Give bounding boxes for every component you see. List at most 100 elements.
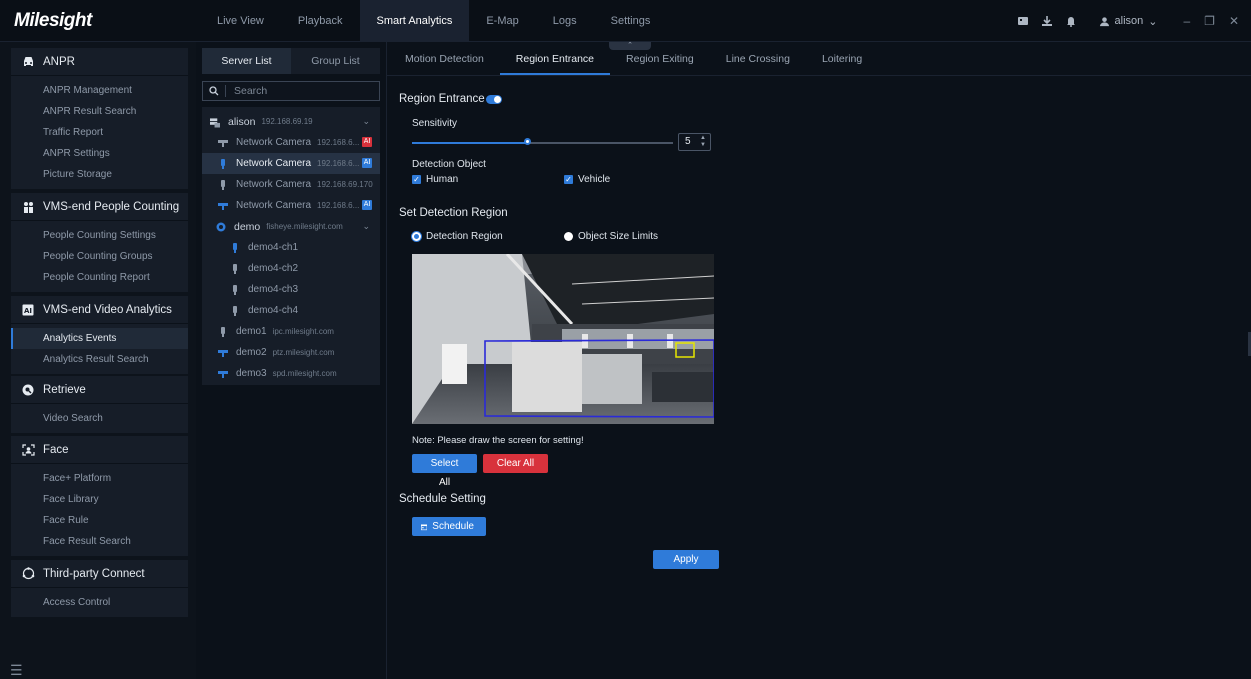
chevron-down-icon[interactable]: ⌄ [362,116,370,127]
channel-node[interactable]: demo4-ch4 [202,300,380,321]
collapse-sidebar-icon[interactable]: ☰ [10,662,23,679]
nav-tab-live-view[interactable]: Live View [200,0,281,42]
sidebar-item-face-result-search[interactable]: Face Result Search [11,531,188,552]
channel-node[interactable]: demo4-ch1 [202,237,380,258]
select-all-button[interactable]: Select All [412,454,477,488]
schedule-button-label: Schedule [432,521,474,532]
vehicle-checkbox[interactable]: ✓ Vehicle [564,174,610,185]
sidebar-item-anpr-settings[interactable]: ANPR Settings [11,143,188,164]
sidebar-group-header[interactable]: Face [11,436,188,464]
ai-icon: AI [21,303,35,317]
ai-badge: AI [362,158,372,168]
sidebar-item-picture-storage[interactable]: Picture Storage [11,164,188,185]
camera-name: Network Camera [236,158,312,169]
tab-loitering[interactable]: Loitering [806,42,878,75]
device-node[interactable]: demo2 ptz.milesight.com [202,342,380,363]
restore-icon[interactable]: ❐ [1204,14,1215,28]
clear-all-button[interactable]: Clear All [483,454,548,473]
camera-node[interactable]: Network Camera 192.168.6... AI [202,195,380,216]
schedule-button[interactable]: Schedule [412,517,486,536]
fisheye-icon [216,222,226,232]
connect-icon [21,567,35,581]
chevron-down-icon[interactable]: ⌄ [362,221,370,232]
device-panel: Server List Group List Search alison 192.… [202,48,380,385]
camera-node[interactable]: Network Camera 192.168.69.170 [202,174,380,195]
tab-group-list[interactable]: Group List [291,48,380,74]
user-icon [1099,16,1109,26]
camera-node[interactable]: Network Camera 192.168.6... AI [202,132,380,153]
close-icon[interactable]: ✕ [1229,14,1239,28]
sidebar-item-traffic-report[interactable]: Traffic Report [11,122,188,143]
search-input[interactable]: Search [202,81,380,101]
device-node[interactable]: demo1 ipc.milesight.com [202,321,380,342]
human-checkbox[interactable]: ✓ Human [412,174,458,185]
tab-region-entrance[interactable]: Region Entrance [499,42,611,75]
user-name: alison [1114,15,1144,27]
tab-line-crossing[interactable]: Line Crossing [710,42,806,75]
channel-name: demo4-ch4 [248,305,299,316]
sidebar-item-analytics-events[interactable]: Analytics Events [11,328,188,349]
radio-detection-region[interactable]: Detection Region [412,231,503,242]
region-entrance-title: Region Entrance [399,93,485,105]
minimize-icon[interactable]: – [1183,14,1190,28]
sidebar-item-people-counting-settings[interactable]: People Counting Settings [11,225,188,246]
search-icon [209,86,219,96]
sidebar-item-face-rule[interactable]: Face Rule [11,510,188,531]
device-node[interactable]: demo3 spd.milesight.com [202,363,380,384]
bell-icon[interactable] [1065,15,1077,27]
region-entrance-toggle[interactable] [486,95,502,104]
apply-button[interactable]: Apply [653,550,719,569]
bullet-camera-icon [218,158,228,169]
camera-name: Network Camera [236,200,312,211]
device-tree: alison 192.168.69.19 ⌄ Network Camera 192.… [202,107,380,385]
sidebar-group-header[interactable]: VMS-end People Counting [11,193,188,221]
sidebar-item-anpr-management[interactable]: ANPR Management [11,80,188,101]
collapse-tab-icon[interactable]: ⌃ [609,42,651,50]
sidebar-item-video-search[interactable]: Video Search [11,408,188,429]
sidebar-group-title: ANPR [43,55,75,68]
screenshot-icon[interactable] [1017,15,1029,27]
channel-name: demo4-ch2 [248,263,299,274]
sidebar-group-title: Third-party Connect [43,567,145,580]
sidebar-item-anpr-result-search[interactable]: ANPR Result Search [11,101,188,122]
sidebar-group-title: Retrieve [43,383,86,396]
camera-node-selected[interactable]: Network Camera 192.168.6... AI [202,153,380,174]
channel-node[interactable]: demo4-ch3 [202,279,380,300]
sidebar-item-face-platform[interactable]: Face+ Platform [11,468,188,489]
sidebar-item-people-counting-groups[interactable]: People Counting Groups [11,246,188,267]
camera-preview[interactable] [412,254,714,424]
nav-tab-smart-analytics[interactable]: Smart Analytics [359,0,470,42]
sidebar-group-title: VMS-end People Counting [43,200,180,213]
bullet-camera-icon [218,179,228,190]
sidebar-item-analytics-result-search[interactable]: Analytics Result Search [11,349,188,370]
check-icon: ✓ [412,175,421,184]
sidebar-group-header[interactable]: Third-party Connect [11,560,188,588]
sidebar-group-header[interactable]: AI VMS-end Video Analytics [11,296,188,324]
download-icon[interactable] [1041,15,1053,27]
tab-motion-detection[interactable]: Motion Detection [389,42,500,75]
bullet-camera-icon [230,305,240,316]
ai-badge: AI [362,200,372,210]
nav-tab-playback[interactable]: Playback [281,0,360,42]
sidebar-group-title: Face [43,443,69,456]
channel-node[interactable]: demo4-ch2 [202,258,380,279]
sidebar-item-access-control[interactable]: Access Control [11,592,188,613]
sensitivity-stepper[interactable]: 5 ▲ ▼ [678,133,711,151]
schedule-setting-title: Schedule Setting [399,493,486,505]
sidebar-group-header[interactable]: ANPR [11,48,188,76]
sidebar-item-face-library[interactable]: Face Library [11,489,188,510]
radio-object-size-limits[interactable]: Object Size Limits [564,231,658,242]
server-node[interactable]: alison 192.168.69.19 ⌄ [202,111,380,132]
sidebar-item-people-counting-report[interactable]: People Counting Report [11,267,188,288]
sidebar-group-title: VMS-end Video Analytics [43,303,172,316]
sidebar-group-header[interactable]: Retrieve [11,376,188,404]
fisheye-node[interactable]: demo fisheye.milesight.com ⌄ [202,216,380,237]
camera-ip: 192.168.6... [317,201,360,210]
nav-tab-e-map[interactable]: E-Map [469,0,535,42]
tab-server-list[interactable]: Server List [202,48,291,74]
user-menu[interactable]: alison ⌄ [1099,15,1157,28]
nav-tab-settings[interactable]: Settings [594,0,668,42]
stepper-arrows-icon[interactable]: ▲ ▼ [700,135,706,149]
server-name: alison [228,115,256,128]
nav-tab-logs[interactable]: Logs [536,0,594,42]
